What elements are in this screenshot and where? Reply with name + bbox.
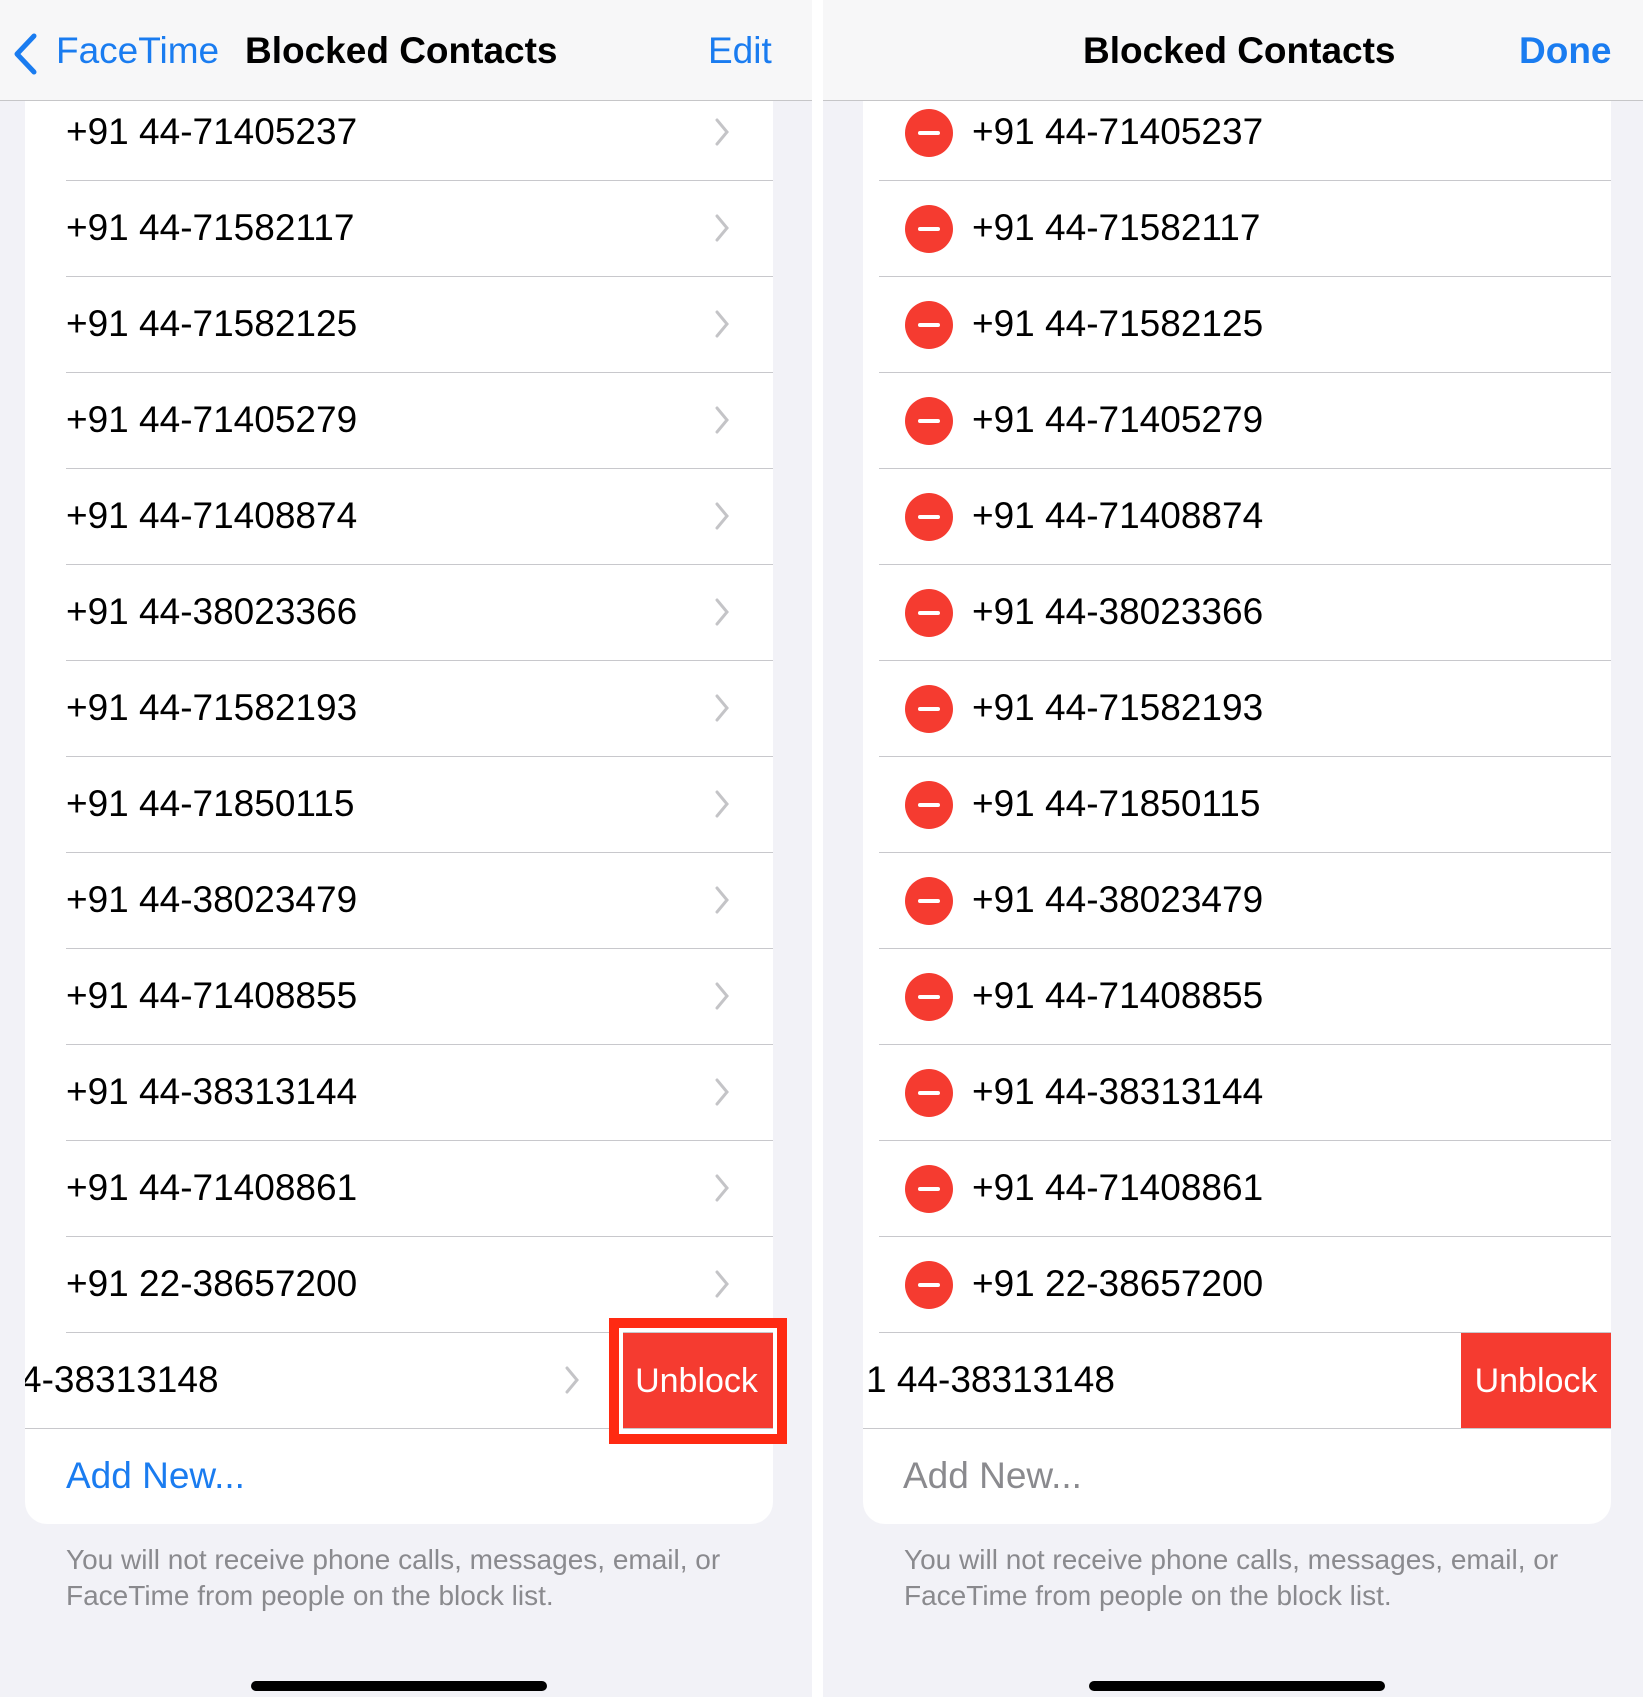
swiped-contact-row[interactable]: 1 44-38313148 Unblock [863,1333,1611,1429]
delete-minus-icon[interactable] [905,397,953,445]
home-indicator [251,1681,547,1691]
phone-number: +91 44-38023366 [66,591,358,632]
chevron-right-icon [714,789,730,819]
page-title: Blocked Contacts [1083,30,1396,71]
footer-note: You will not receive phone calls, messag… [904,1544,1559,1611]
contact-row[interactable]: +91 44-38023479 [863,853,1611,949]
phone-number: +91 44-71405237 [66,111,358,152]
contact-row[interactable]: +91 44-71408861 [863,1141,1611,1237]
blocked-contacts-panel-normal: FaceTime Blocked Contacts Edit +91 44-71… [0,0,812,1697]
contact-row[interactable]: +91 44-71408861 [25,1141,773,1237]
delete-minus-icon[interactable] [905,301,953,349]
contact-row[interactable]: +91 44-71582125 [25,277,773,373]
phone-number: +91 44-38023366 [972,591,1264,632]
chevron-right-icon [714,405,730,435]
phone-number: 4-38313148 [25,1359,219,1400]
phone-number: +91 44-71582117 [66,207,355,248]
delete-minus-icon[interactable] [905,877,953,925]
chevron-right-icon [714,117,730,147]
contact-row[interactable]: +91 44-38313144 [25,1045,773,1141]
delete-minus-icon[interactable] [905,973,953,1021]
delete-minus-icon[interactable] [905,205,953,253]
chevron-right-icon [564,1365,580,1395]
delete-minus-icon[interactable] [905,1069,953,1117]
phone-number: +91 44-71408855 [972,975,1264,1016]
blocked-list: +91 44-71405237 +91 44-71582117 +91 44-715… [863,60,1611,1524]
phone-number: +91 44-38313144 [972,1071,1264,1112]
edit-button[interactable]: Edit [708,30,772,72]
delete-minus-icon[interactable] [905,1261,953,1309]
phone-number: +91 44-71582125 [66,303,358,344]
page-title: Blocked Contacts [245,30,558,71]
contact-row[interactable]: +91 44-71850115 [863,757,1611,853]
delete-minus-icon[interactable] [905,493,953,541]
chevron-right-icon [714,885,730,915]
phone-number: +91 44-38023479 [66,879,358,920]
home-indicator [1089,1681,1385,1691]
phone-number: +91 44-71408855 [66,975,358,1016]
contact-row[interactable]: +91 44-38023366 [25,565,773,661]
delete-minus-icon[interactable] [905,1165,953,1213]
contact-row[interactable]: +91 44-71582117 [863,181,1611,277]
delete-minus-icon[interactable] [905,109,953,157]
contact-row[interactable]: +91 44-38023366 [863,565,1611,661]
phone-number: +91 44-71582193 [972,687,1264,728]
chevron-right-icon [714,213,730,243]
delete-minus-icon[interactable] [905,781,953,829]
phone-number: +91 44-38023479 [972,879,1264,920]
phone-number: +91 44-71408874 [66,495,358,536]
phone-number: +91 44-38313144 [66,1071,358,1112]
add-new-button[interactable]: Add New... [903,1455,1082,1497]
highlight-box [609,1318,787,1444]
chevron-right-icon [714,309,730,339]
contact-row[interactable]: +91 44-71582193 [863,661,1611,757]
done-button[interactable]: Done [1519,30,1612,72]
delete-minus-icon[interactable] [905,589,953,637]
phone-number: +91 44-71408874 [972,495,1264,536]
chevron-right-icon [714,1269,730,1299]
contact-row[interactable]: +91 44-71408874 [25,469,773,565]
contact-row[interactable]: +91 22-38657200 [863,1237,1611,1333]
contact-row[interactable]: +91 44-38313144 [863,1045,1611,1141]
unblock-button[interactable]: Unblock [1461,1333,1611,1429]
phone-number: +91 44-71582193 [66,687,358,728]
phone-number: +91 22-38657200 [66,1263,358,1304]
contact-row[interactable]: +91 44-38023479 [25,853,773,949]
phone-number: +91 44-71405279 [972,399,1264,440]
contact-row[interactable]: +91 44-71405279 [25,373,773,469]
phone-number: +91 44-71408861 [66,1167,358,1208]
contact-row[interactable]: +91 44-71850115 [25,757,773,853]
phone-number: +91 44-71582117 [972,207,1261,248]
chevron-right-icon [714,501,730,531]
footer-note: You will not receive phone calls, messag… [66,1544,721,1611]
phone-number: +91 44-71582125 [972,303,1264,344]
blocked-list: +91 44-71405237 +91 44-71582117 +91 44-715… [25,60,773,1524]
phone-number: +91 44-71405279 [66,399,358,440]
contact-row[interactable]: +91 44-71582125 [863,277,1611,373]
phone-number: 1 44-38313148 [866,1359,1115,1400]
navigation-bar: FaceTime Blocked Contacts Edit [0,0,812,101]
chevron-right-icon [714,981,730,1011]
contact-row[interactable]: +91 44-71408855 [25,949,773,1045]
back-button[interactable]: FaceTime [56,30,219,72]
add-new-button[interactable]: Add New... [66,1455,245,1497]
contact-row[interactable]: +91 44-71582117 [25,181,773,277]
contact-row[interactable]: +91 44-71408855 [863,949,1611,1045]
delete-minus-icon[interactable] [905,685,953,733]
chevron-right-icon [714,1077,730,1107]
chevron-right-icon [714,1173,730,1203]
blocked-contacts-panel-edit: Blocked Contacts Done +91 44-71405237 +91… [823,0,1643,1697]
phone-number: +91 44-71405237 [972,111,1264,152]
contact-row[interactable]: +91 44-71408874 [863,469,1611,565]
chevron-right-icon [714,693,730,723]
phone-number: +91 22-38657200 [972,1263,1264,1304]
contact-row[interactable]: +91 44-71405279 [863,373,1611,469]
back-chevron-icon[interactable] [12,32,38,76]
phone-number: +91 44-71850115 [972,783,1261,824]
chevron-right-icon [714,597,730,627]
contact-row[interactable]: +91 44-71582193 [25,661,773,757]
navigation-bar: Blocked Contacts Done [823,0,1643,101]
phone-number: +91 44-71850115 [66,783,355,824]
phone-number: +91 44-71408861 [972,1167,1264,1208]
